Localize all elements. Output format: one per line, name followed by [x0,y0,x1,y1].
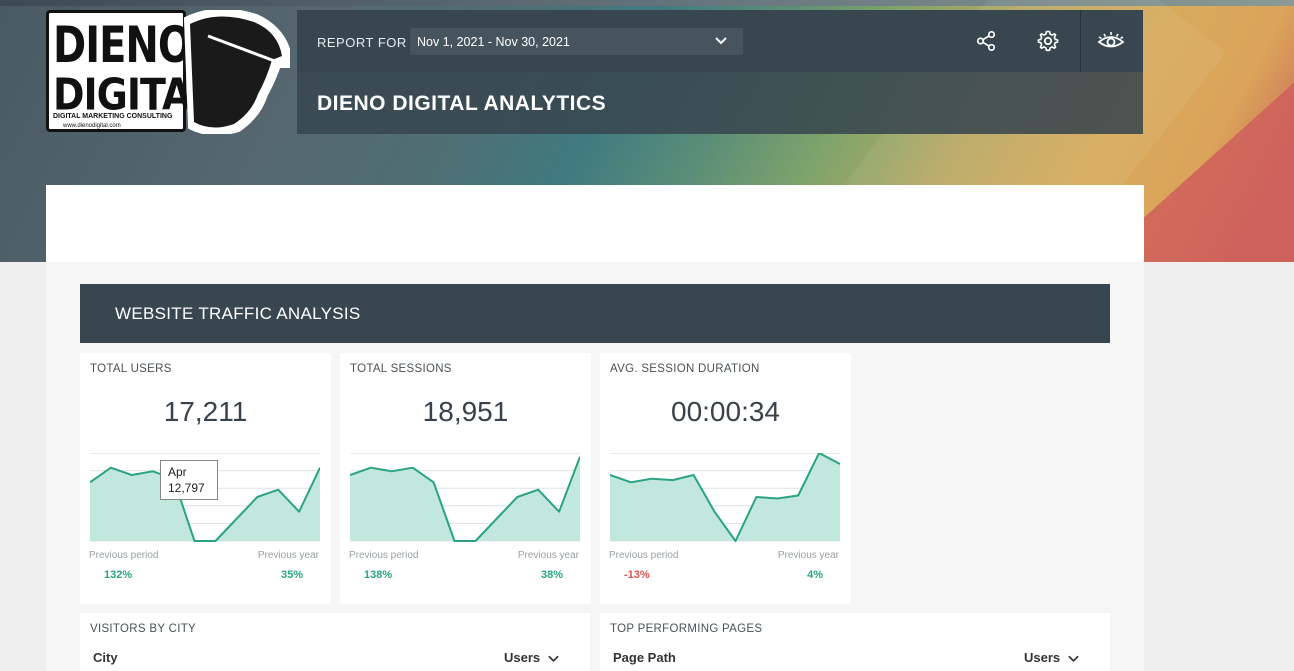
date-range-dropdown[interactable]: Nov 1, 2021 - Nov 30, 2021 [410,28,743,55]
sparkline-chart[interactable] [350,453,580,543]
kpi-value: 17,211 [163,396,248,427]
data-point[interactable] [296,509,302,515]
gear-icon [1037,30,1059,52]
tooltip-month: Apr [168,465,187,479]
kpi-card-avg-session-duration[interactable]: AVG. SESSION DURATION 00:00:34 Previous … [600,353,851,604]
previous-period-change: 132% [104,569,133,581]
kpi-value: 00:00:34 [671,396,780,427]
data-point[interactable] [691,472,697,478]
column-header-label: Users [1024,650,1061,665]
data-point[interactable] [389,468,395,474]
previous-year-label: Previous year [777,550,839,561]
data-point[interactable] [368,465,374,471]
data-point[interactable] [556,509,562,515]
data-point[interactable] [795,493,801,499]
column-header-users[interactable]: Users [504,650,559,665]
chart-tooltip: Apr 12,797 [160,460,218,500]
column-header-users[interactable]: Users [1024,650,1079,665]
data-point[interactable] [150,468,156,474]
column-header-page-path[interactable]: Page Path [613,650,676,665]
settings-button[interactable] [1033,26,1063,56]
previous-period-label: Previous period [609,550,679,561]
top-performing-pages-table: TOP PERFORMING PAGES Page Path Users [600,613,1110,671]
table-title: TOP PERFORMING PAGES [610,623,763,635]
previous-year-label: Previous year [257,550,319,561]
data-point[interactable] [753,494,759,500]
title-bar: DIENO DIGITAL ANALYTICS [297,72,1143,134]
data-point[interactable] [628,479,634,485]
sparkline-chart[interactable] [610,453,840,543]
data-point[interactable] [535,487,541,493]
data-point[interactable] [317,465,320,471]
company-logo: DIENO DIGITAL DIGITAL MARKETING CONSULTI… [46,10,291,134]
kpi-label: AVG. SESSION DURATION [610,363,760,375]
table-title: VISITORS BY CITY [90,623,196,635]
kpi-card-total-users[interactable]: TOTAL USERS 17,211 Apr 12,797 Previous p… [80,353,331,604]
toolbar-divider [1080,10,1081,72]
eye-icon [1097,32,1125,48]
chevron-down-icon [548,655,559,662]
section-title: WEBSITE TRAFFIC ANALYSIS [115,304,361,323]
previous-year-label: Previous year [517,550,579,561]
data-point[interactable] [108,465,114,471]
logo-face-icon [183,10,290,134]
column-header-label: Users [504,650,541,665]
chevron-down-icon [1068,655,1079,662]
tooltip-value: 12,797 [168,481,205,495]
kpi-label: TOTAL USERS [90,363,172,375]
kpi-label: TOTAL SESSIONS [350,363,452,375]
logo-line1: DIENO [53,17,192,75]
previous-year-change: 4% [807,569,823,581]
data-point[interactable] [712,509,718,515]
logo-tagline: DIGITAL MARKETING CONSULTING [53,113,173,120]
share-button[interactable] [971,26,1001,56]
share-icon [976,31,996,51]
previous-year-change: 38% [540,569,563,581]
report-header-space [46,185,1144,262]
previous-period-label: Previous period [349,550,419,561]
kpi-value: 18,951 [422,396,509,427]
chevron-down-icon [715,37,727,45]
previous-period-label: Previous period [89,550,159,561]
previous-year-change: 35% [280,569,303,581]
data-point[interactable] [233,516,239,522]
data-point[interactable] [129,472,135,478]
date-range-value: Nov 1, 2021 - Nov 30, 2021 [417,35,570,49]
logo-card: DIENO DIGITAL DIGITAL MARKETING CONSULTI… [46,10,215,132]
preview-button[interactable] [1096,26,1126,56]
data-point[interactable] [774,495,780,501]
report-for-label: REPORT FOR [317,35,407,50]
page-title: DIENO DIGITAL ANALYTICS [317,92,607,115]
data-point[interactable] [410,465,416,471]
section-header: WEBSITE TRAFFIC ANALYSIS [80,284,1110,343]
data-point[interactable] [431,479,437,485]
logo-url: www.dienodigital.com [63,123,121,129]
data-point[interactable] [649,476,655,482]
kpi-card-total-sessions[interactable]: TOTAL SESSIONS 18,951 Previous period Pr… [340,353,591,604]
data-point[interactable] [670,477,676,483]
data-point[interactable] [493,516,499,522]
data-point[interactable] [577,454,580,460]
column-header-city[interactable]: City [93,650,118,665]
report-toolbar: REPORT FOR Nov 1, 2021 - Nov 30, 2021 [297,10,1143,72]
previous-period-change: 138% [364,569,393,581]
visitors-by-city-table: VISITORS BY CITY City Users [80,613,590,671]
data-point[interactable] [275,487,281,493]
previous-period-change: -13% [624,569,650,581]
report-canvas: WEBSITE TRAFFIC ANALYSIS TOTAL USERS 17,… [46,185,1144,671]
data-point[interactable] [514,494,520,500]
data-point[interactable] [254,494,260,500]
